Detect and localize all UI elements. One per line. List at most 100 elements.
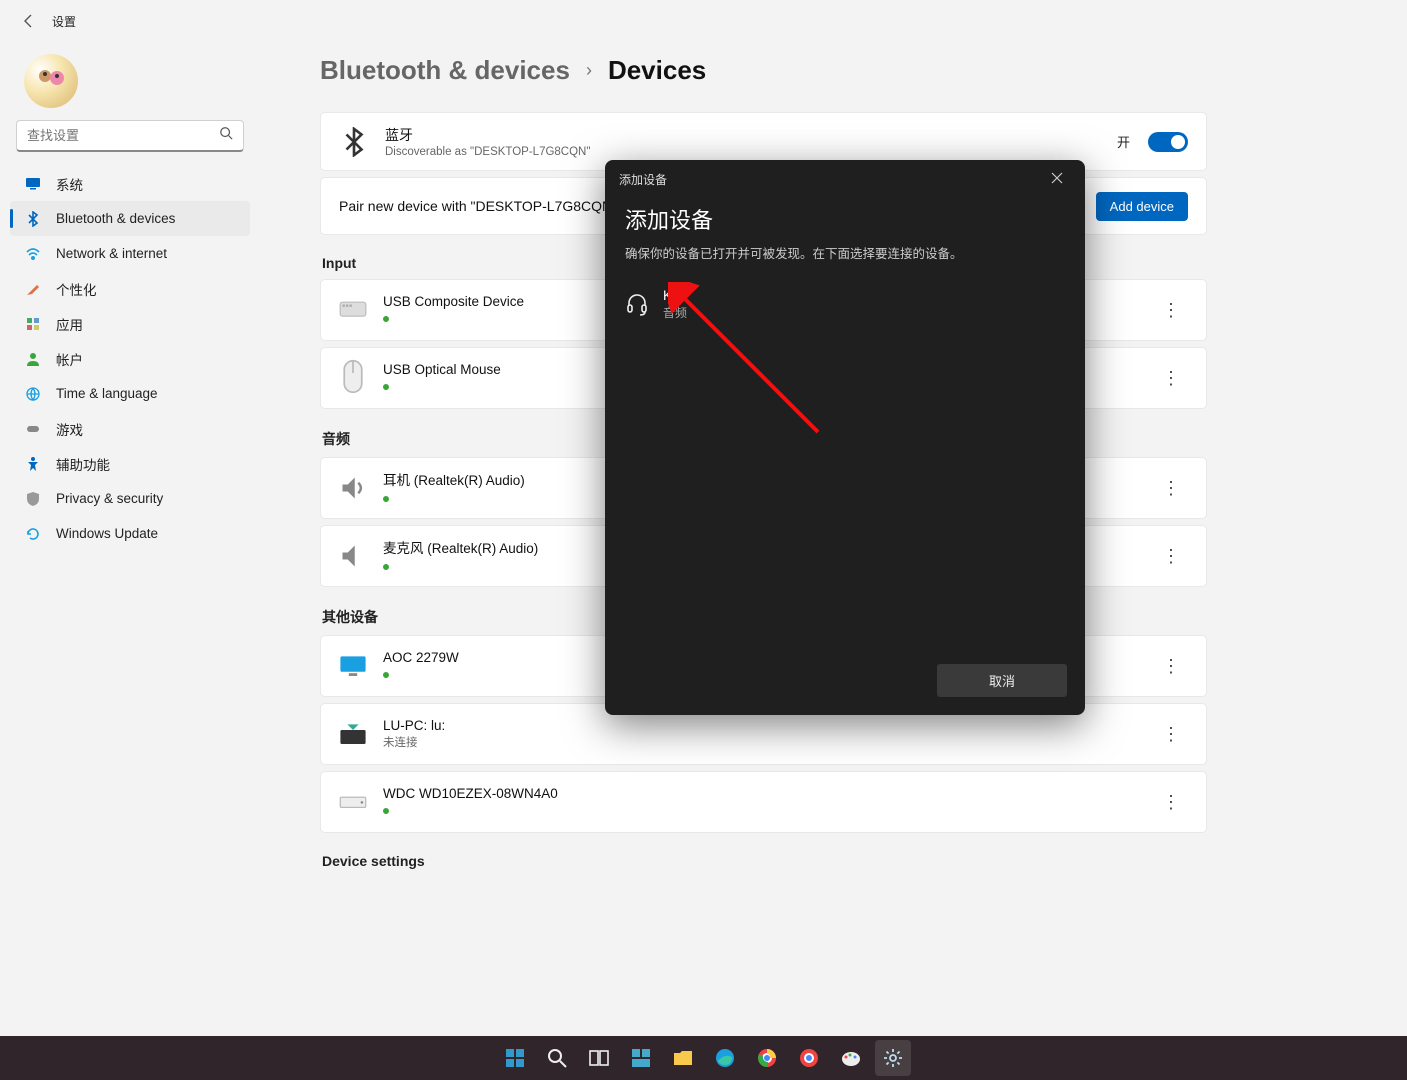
update-icon [24, 525, 42, 543]
status-dot-icon [383, 564, 389, 570]
found-device-item[interactable]: K2 音频 [625, 282, 1065, 327]
shield-icon [24, 490, 42, 508]
device-name: 耳机 (Realtek(R) Audio) [383, 469, 525, 489]
breadcrumb-parent[interactable]: Bluetooth & devices [320, 55, 570, 86]
edge-button[interactable] [707, 1040, 743, 1076]
device-name: LU-PC: lu: [383, 718, 445, 733]
keyboard-icon [339, 296, 367, 324]
bluetooth-title: 蓝牙 [385, 125, 590, 145]
mouse-icon [339, 364, 367, 392]
nav-label: 辅助功能 [56, 454, 110, 474]
drive-icon [339, 788, 367, 816]
add-device-modal: 添加设备 添加设备 确保你的设备已打开并可被发现。在下面选择要连接的设备。 K2… [605, 160, 1085, 715]
nav-label: 应用 [56, 314, 83, 334]
user-avatar[interactable] [24, 54, 78, 108]
found-device-name: K2 [663, 288, 687, 303]
nav-network[interactable]: Network & internet [10, 236, 250, 271]
paintbrush-icon [24, 280, 42, 298]
nav-label: 游戏 [56, 419, 83, 439]
more-button[interactable]: ⋮ [1154, 296, 1188, 325]
more-button[interactable]: ⋮ [1154, 542, 1188, 571]
sidebar: 系统 Bluetooth & devices Network & interne… [0, 50, 260, 551]
nav-gaming[interactable]: 游戏 [10, 411, 250, 446]
chrome-canary-button[interactable] [791, 1040, 827, 1076]
widgets-button[interactable] [623, 1040, 659, 1076]
add-device-button[interactable]: Add device [1096, 192, 1188, 221]
nav-time-language[interactable]: Time & language [10, 376, 250, 411]
settings-title: 设置 [52, 13, 76, 30]
more-button[interactable]: ⋮ [1154, 364, 1188, 393]
more-button[interactable]: ⋮ [1154, 788, 1188, 817]
speaker-icon [339, 474, 367, 502]
headset-icon [625, 292, 649, 316]
start-button[interactable] [497, 1040, 533, 1076]
device-status: 未连接 [383, 734, 445, 750]
bluetooth-icon [339, 127, 369, 157]
more-button[interactable]: ⋮ [1154, 652, 1188, 681]
status-dot-icon [383, 316, 389, 322]
device-name: AOC 2279W [383, 650, 459, 665]
settings-button[interactable] [875, 1040, 911, 1076]
header: 设置 [20, 12, 76, 30]
cancel-button[interactable]: 取消 [937, 664, 1067, 697]
close-button[interactable] [1043, 168, 1071, 191]
file-explorer-button[interactable] [665, 1040, 701, 1076]
nav-personalization[interactable]: 个性化 [10, 271, 250, 306]
section-device-settings-label: Device settings [322, 853, 1207, 869]
bluetooth-icon [24, 210, 42, 228]
task-view-button[interactable] [581, 1040, 617, 1076]
modal-small-title: 添加设备 [619, 171, 667, 188]
nav-label: Privacy & security [56, 491, 163, 506]
nav-apps[interactable]: 应用 [10, 306, 250, 341]
breadcrumb: Bluetooth & devices › Devices [320, 55, 1207, 86]
nav-label: Windows Update [56, 526, 158, 541]
nav-label: Bluetooth & devices [56, 211, 175, 226]
device-name: 麦克风 (Realtek(R) Audio) [383, 537, 538, 557]
search-icon [219, 126, 233, 145]
accessibility-icon [24, 455, 42, 473]
taskbar [0, 1036, 1407, 1080]
media-device-icon [339, 720, 367, 748]
nav-accounts[interactable]: 帐户 [10, 341, 250, 376]
paint-button[interactable] [833, 1040, 869, 1076]
nav-bluetooth-devices[interactable]: Bluetooth & devices [10, 201, 250, 236]
wifi-icon [24, 245, 42, 263]
microphone-icon [339, 542, 367, 570]
chrome-button[interactable] [749, 1040, 785, 1076]
search-button[interactable] [539, 1040, 575, 1076]
breadcrumb-current: Devices [608, 55, 706, 86]
globe-icon [24, 385, 42, 403]
nav-windows-update[interactable]: Windows Update [10, 516, 250, 551]
device-row[interactable]: WDC WD10EZEX-08WN4A0 ⋮ [320, 771, 1207, 833]
nav-label: 帐户 [56, 349, 83, 369]
apps-icon [24, 315, 42, 333]
back-button[interactable] [20, 12, 38, 30]
bluetooth-toggle[interactable] [1148, 132, 1188, 152]
person-icon [24, 350, 42, 368]
status-dot-icon [383, 672, 389, 678]
search-input[interactable] [27, 128, 219, 143]
toggle-label: 开 [1117, 132, 1130, 151]
bluetooth-subtitle: Discoverable as "DESKTOP-L7G8CQN" [385, 146, 590, 158]
nav-accessibility[interactable]: 辅助功能 [10, 446, 250, 481]
gamepad-icon [24, 420, 42, 438]
status-dot-icon [383, 384, 389, 390]
modal-description: 确保你的设备已打开并可被发现。在下面选择要连接的设备。 [625, 245, 1065, 264]
device-name: USB Optical Mouse [383, 362, 501, 377]
monitor-icon [339, 652, 367, 680]
modal-heading: 添加设备 [625, 203, 1065, 235]
nav-label: Time & language [56, 386, 158, 401]
nav-system[interactable]: 系统 [10, 166, 250, 201]
device-name: USB Composite Device [383, 294, 524, 309]
status-dot-icon [383, 808, 389, 814]
nav-privacy-security[interactable]: Privacy & security [10, 481, 250, 516]
found-device-type: 音频 [663, 304, 687, 321]
device-name: WDC WD10EZEX-08WN4A0 [383, 786, 558, 801]
display-icon [24, 175, 42, 193]
more-button[interactable]: ⋮ [1154, 474, 1188, 503]
nav-list: 系统 Bluetooth & devices Network & interne… [6, 166, 254, 551]
search-box[interactable] [16, 120, 244, 152]
nav-label: Network & internet [56, 246, 167, 261]
more-button[interactable]: ⋮ [1154, 720, 1188, 749]
status-dot-icon [383, 496, 389, 502]
